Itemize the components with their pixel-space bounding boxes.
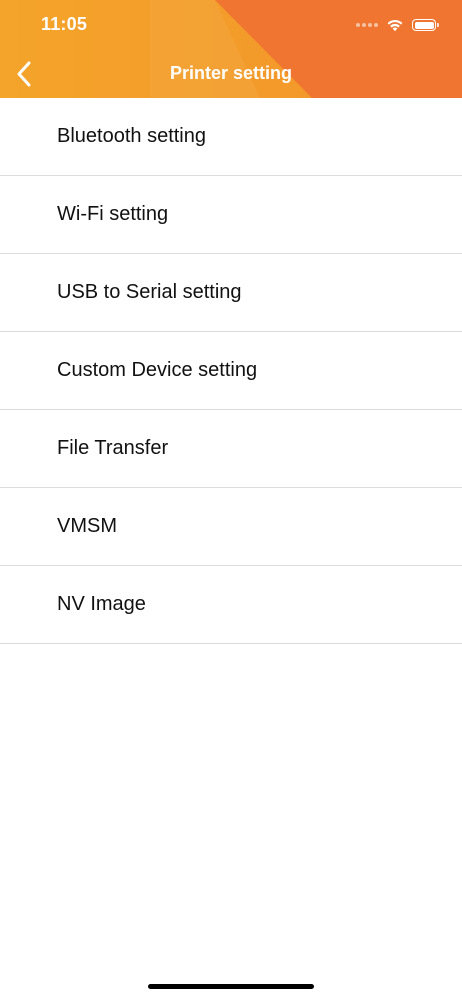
status-icons [356, 16, 439, 34]
battery-icon [412, 19, 439, 31]
home-indicator[interactable] [148, 984, 314, 989]
list-item-usb-to-serial-setting[interactable]: USB to Serial setting [0, 254, 462, 332]
list-item-bluetooth-setting[interactable]: Bluetooth setting [0, 98, 462, 176]
list-item-label: VMSM [57, 515, 117, 537]
settings-list: Bluetooth setting Wi-Fi setting USB to S… [0, 98, 462, 644]
list-item-label: Custom Device setting [57, 359, 258, 381]
list-item-custom-device-setting[interactable]: Custom Device setting [0, 332, 462, 410]
signal-dots-icon [356, 23, 378, 27]
list-item-label: NV Image [57, 593, 146, 615]
app-header: 11:05 Printer setting [0, 0, 462, 98]
list-item-file-transfer[interactable]: File Transfer [0, 410, 462, 488]
list-item-vmsm[interactable]: VMSM [0, 488, 462, 566]
wifi-icon [387, 19, 403, 32]
list-item-label: Wi-Fi setting [57, 203, 169, 225]
list-item-nv-image[interactable]: NV Image [0, 566, 462, 644]
list-item-wifi-setting[interactable]: Wi-Fi setting [0, 176, 462, 254]
list-item-label: USB to Serial setting [57, 281, 242, 303]
list-item-label: Bluetooth setting [57, 125, 206, 147]
page-title: Printer setting [169, 63, 293, 83]
status-time: 11:05 [41, 14, 88, 34]
list-item-label: File Transfer [57, 437, 169, 459]
